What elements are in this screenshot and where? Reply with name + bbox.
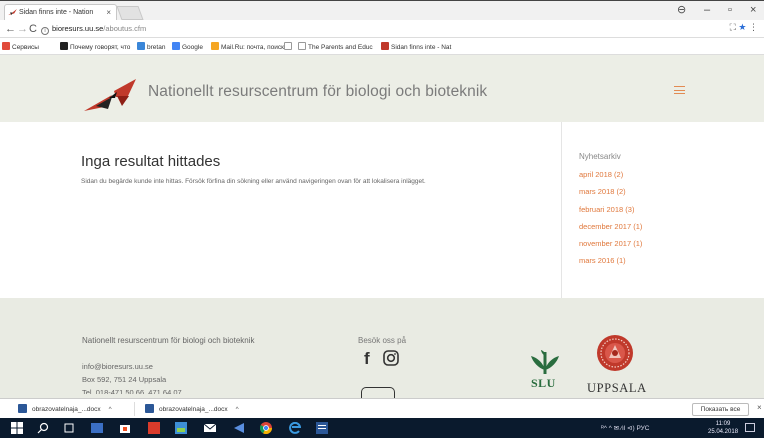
butterfly-logo-icon[interactable] — [84, 78, 136, 112]
sidebar-divider — [561, 122, 562, 298]
archive-link[interactable]: mars 2018 (2) — [579, 185, 642, 202]
bookmark-item[interactable]: Sidan finns inte - Nat — [381, 42, 451, 51]
footer-email[interactable]: info@bioresurs.uu.se — [82, 362, 153, 371]
taskbar-app-icon[interactable] — [148, 422, 160, 434]
menu-dots-icon[interactable]: ⋮ — [749, 22, 758, 32]
footer-address: Box 592, 751 24 Uppsala — [82, 375, 167, 384]
archive-link[interactable]: april 2018 (2) — [579, 168, 642, 185]
slu-label: SLU — [531, 376, 556, 390]
system-tray[interactable]: ᴿ^ ^ ✉ ⁄ıl ⊲) РУС — [601, 424, 649, 432]
menu-hamburger-icon[interactable] — [674, 86, 685, 94]
bookmark-item[interactable]: Сервисы — [2, 42, 39, 51]
account-icon[interactable]: ⊖ — [677, 3, 686, 17]
bookmarks-bar: Сервисы Почему говорят, что bretan Googl… — [0, 38, 764, 55]
minimize-button[interactable]: – — [704, 3, 710, 17]
mailru-icon — [211, 42, 219, 50]
close-window-button[interactable]: × — [750, 3, 756, 17]
edge-icon[interactable] — [289, 422, 301, 434]
archive-link[interactable]: februari 2018 (3) — [579, 203, 642, 220]
creative-commons-icon[interactable] — [361, 387, 395, 398]
bookmark-item[interactable]: Mail.Ru: почта, поиск — [211, 42, 284, 51]
address-bar-row: ← → C i bioresurs.uu.se/aboutus.cfm ⛶ ★ ⋮ — [0, 20, 764, 38]
bookmark-item[interactable]: The Parents and Educ — [298, 42, 373, 51]
clock-date: 25.04.2018 — [708, 429, 739, 435]
uppsala-label: UPPSALA — [587, 381, 647, 395]
blank-page-icon — [284, 42, 292, 50]
chrome-icon[interactable] — [260, 422, 272, 434]
facebook-icon[interactable]: f — [364, 349, 370, 369]
bookmark-item[interactable]: Google — [172, 42, 203, 51]
bookmark-star-icon[interactable]: ★ — [738, 22, 746, 32]
url-input[interactable]: i bioresurs.uu.se/aboutus.cfm — [41, 23, 146, 35]
url-path: /aboutus.cfm — [103, 24, 147, 33]
download-item[interactable]: obrazovatelnaja_...docx ^ — [18, 404, 112, 413]
translate-icon[interactable]: ⛶ — [730, 22, 736, 32]
sidebar-heading: Nyhetsarkiv — [579, 152, 621, 161]
archive-link[interactable]: december 2017 (1) — [579, 220, 642, 237]
chevron-up-icon[interactable]: ^ — [109, 406, 112, 413]
address-bar-icons: ⛶ ★ ⋮ — [730, 22, 758, 33]
word-doc-icon — [18, 404, 27, 413]
google-g-icon — [172, 42, 180, 50]
not-found-message: Sidan du begärde kunde inte hittas. Förs… — [81, 178, 426, 185]
butterfly-icon — [381, 42, 389, 50]
reload-button[interactable]: C — [29, 21, 37, 37]
tab-close-button[interactable]: × — [106, 5, 111, 21]
show-all-button[interactable]: Показать все — [692, 403, 749, 416]
new-tab-button[interactable] — [116, 6, 144, 20]
taskbar-app-icon[interactable] — [175, 422, 187, 434]
windows-start-icon[interactable] — [11, 422, 23, 434]
taskbar-app-icon[interactable] — [233, 422, 245, 434]
butterfly-icon — [8, 9, 17, 16]
word-doc-icon — [145, 404, 154, 413]
store-bag-icon[interactable] — [119, 422, 131, 434]
archive-link[interactable]: mars 2016 (1) — [579, 254, 642, 271]
back-button[interactable]: ← — [5, 21, 16, 37]
search-q-icon — [60, 42, 68, 50]
uppsala-seal-icon[interactable] — [596, 334, 634, 372]
chevron-up-icon[interactable]: ^ — [236, 406, 239, 413]
footer-org-name: Nationellt resurscentrum för biologi och… — [82, 336, 255, 345]
bookmark-item[interactable]: Почему говорят, что — [60, 42, 130, 51]
clock-time: 11:09 — [715, 421, 731, 427]
forward-button[interactable]: → — [17, 21, 28, 37]
info-icon[interactable]: i — [41, 27, 49, 35]
page-title: Inga resultat hittades — [81, 153, 221, 170]
task-view-icon[interactable] — [63, 422, 75, 434]
browser-tab-active[interactable]: Sidan finns inte - Nation × — [4, 4, 117, 21]
bookmark-image-icon — [137, 42, 145, 50]
bookmark-item[interactable]: bretan — [137, 42, 165, 51]
word-app-icon[interactable] — [316, 422, 328, 434]
download-item[interactable]: obrazovatelnaja_...docx ^ — [145, 404, 239, 413]
blank-page-icon — [298, 42, 306, 50]
close-downloads-button[interactable]: × — [757, 403, 762, 412]
footer-visit-label: Besök oss på — [358, 336, 407, 345]
taskbar-app-icon[interactable] — [91, 422, 103, 434]
downloads-bar: obrazovatelnaja_...docx ^ obrazovatelnaja… — [0, 398, 764, 418]
maximize-button[interactable]: ▫ — [728, 3, 732, 17]
system-clock[interactable]: 11:09 25.04.2018 — [708, 420, 738, 436]
mail-icon[interactable] — [204, 422, 216, 434]
tab-title: Sidan finns inte - Nation — [19, 9, 94, 16]
instagram-icon[interactable] — [383, 350, 399, 366]
bookmark-item[interactable] — [284, 42, 294, 51]
apps-grid-icon — [2, 42, 10, 50]
browser-titlebar: Sidan finns inte - Nation × ⊖ – ▫ × — [0, 0, 764, 21]
site-title[interactable]: Nationellt resurscentrum för biologi och… — [148, 83, 487, 101]
archive-link[interactable]: november 2017 (1) — [579, 237, 642, 254]
url-host: bioresurs.uu.se — [52, 24, 104, 33]
search-icon[interactable] — [37, 422, 49, 434]
downloads-divider — [134, 402, 135, 416]
notifications-icon[interactable] — [745, 423, 755, 432]
windows-taskbar: ᴿ^ ^ ✉ ⁄ıl ⊲) РУС 11:09 25.04.2018 — [0, 418, 764, 438]
footer-phone: Tel. 018-471 50 66, 471 64 07 — [82, 388, 182, 394]
news-archive-list: april 2018 (2) mars 2018 (2) februari 20… — [579, 168, 642, 272]
